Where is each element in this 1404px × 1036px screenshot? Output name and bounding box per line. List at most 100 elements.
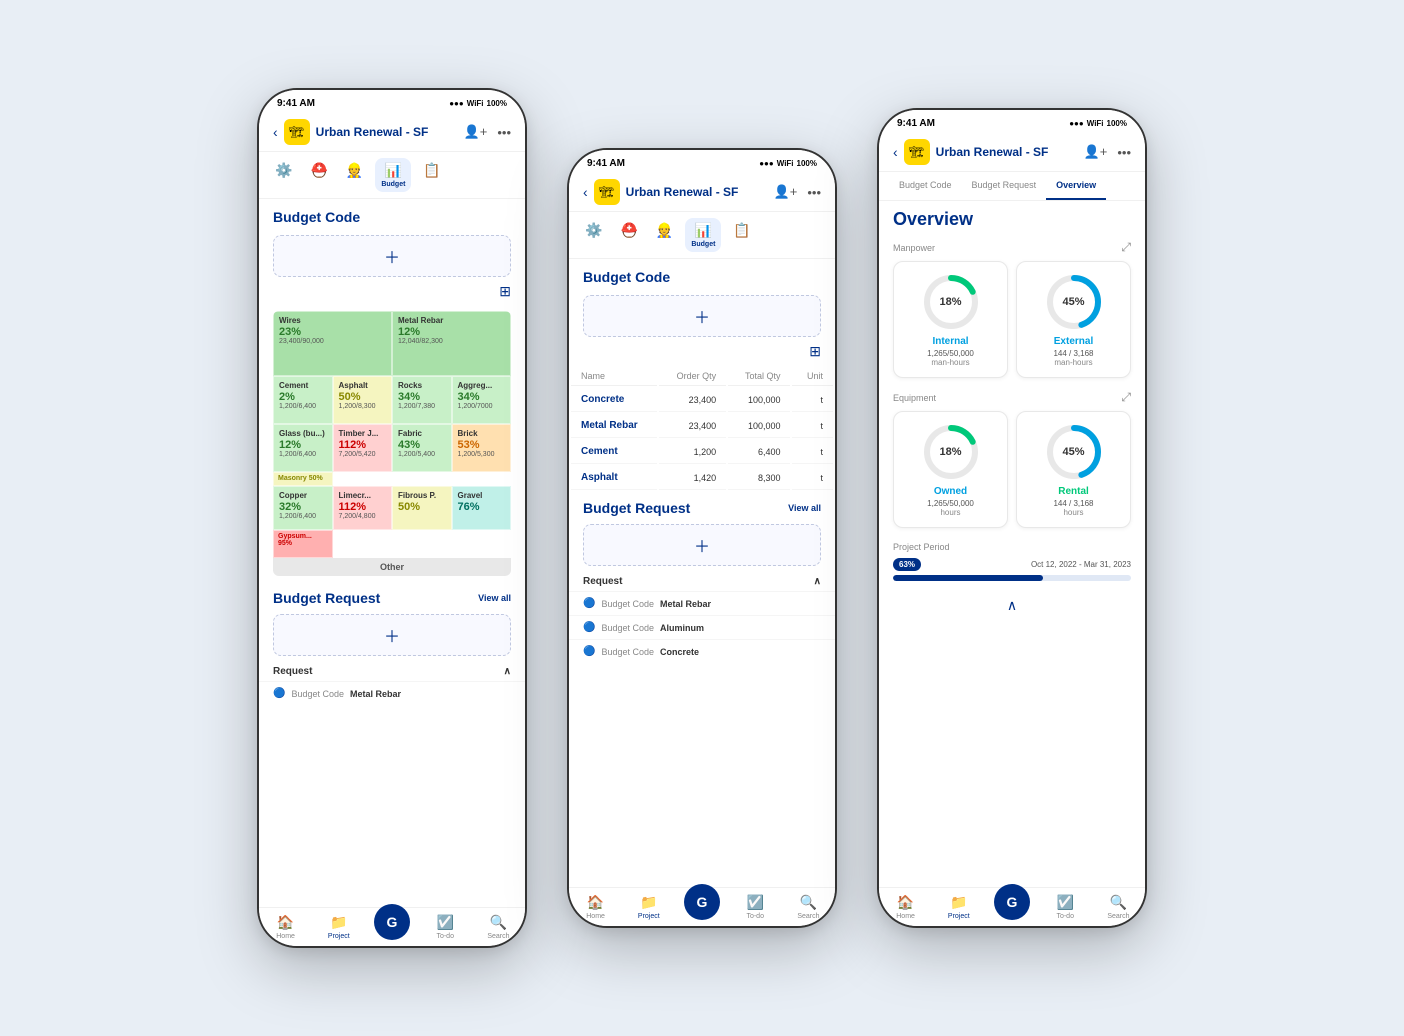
equipment-section: Equipment ⤢ 18% Owned	[879, 384, 1145, 534]
tab-overview-right[interactable]: Overview	[1046, 172, 1106, 200]
internal-unit: man-hours	[931, 358, 969, 367]
equipment-expand-icon[interactable]: ⤢	[1121, 390, 1131, 405]
more-icon-left[interactable]: •••	[497, 125, 511, 140]
bottom-nav-g-right[interactable]: G	[985, 894, 1038, 920]
treemap-cell-brick[interactable]: Brick 53% 1,200/5,300	[452, 424, 512, 472]
bottom-nav-project-left[interactable]: 📁 Project	[312, 914, 365, 940]
nav-tab-budget-center[interactable]: 📊 Budget	[685, 218, 721, 252]
bottom-nav-search-left[interactable]: 🔍 Search	[472, 914, 525, 940]
manpower-external-card: 45% External 144 / 3,168 man-hours	[1016, 261, 1131, 378]
budget-request-section-left: Budget Request View all	[259, 582, 525, 608]
bottom-nav-project-center[interactable]: 📁 Project	[622, 894, 675, 920]
treemap-cell-metalrebar[interactable]: Metal Rebar 12% 12,040/82,300	[392, 311, 511, 376]
nav-tab-docs-center[interactable]: 📋	[727, 218, 756, 252]
treemap-cell-limecr[interactable]: Limecr... 112% 7,200/4,800	[333, 486, 393, 530]
overview-title-right: Overview	[879, 201, 1145, 234]
request-item-left-1[interactable]: 🔵 Budget Code Metal Rebar	[259, 681, 525, 705]
treemap-cell-glass[interactable]: Glass (bu...) 12% 1,200/6,400	[273, 424, 333, 472]
time-left: 9:41 AM	[277, 98, 315, 109]
app-logo-center: 🏗	[594, 179, 620, 205]
nav-tab-docs-left[interactable]: 📋	[417, 158, 446, 192]
table-row-asphalt[interactable]: Asphalt 1,420 8,300 t	[571, 466, 833, 490]
treemap-cell-cement[interactable]: Cement 2% 1,200/6,400	[273, 376, 333, 424]
th-orderqty: Order Qty	[659, 367, 726, 386]
request-item-center-1[interactable]: 🔵 Budget Code Metal Rebar	[569, 591, 835, 615]
bottom-nav-todo-center[interactable]: ☑️ To-do	[729, 894, 782, 920]
bottom-nav-todo-left[interactable]: ☑️ To-do	[419, 914, 472, 940]
collapse-btn[interactable]: ∧	[879, 589, 1145, 622]
back-button-left[interactable]: ‹	[273, 124, 278, 140]
request-item-center-3[interactable]: 🔵 Budget Code Concrete	[569, 639, 835, 663]
add-budget-code-left[interactable]: ＋	[273, 235, 511, 277]
treemap-cell-rocks[interactable]: Rocks 34% 1,200/7,380	[392, 376, 452, 424]
internal-value: 1,265/50,000	[927, 349, 974, 358]
treemap-cell-copper[interactable]: Copper 32% 1,200/6,400	[273, 486, 333, 530]
view-all-center[interactable]: View all	[788, 503, 821, 513]
bottom-nav-search-center[interactable]: 🔍 Search	[782, 894, 835, 920]
rental-donut: 45%	[1044, 422, 1104, 482]
manpower-cards: 18% Internal 1,265/50,000 man-hours	[893, 261, 1131, 378]
rental-pct: 45%	[1062, 446, 1084, 458]
time-right: 9:41 AM	[897, 118, 935, 129]
bottom-nav-g-left[interactable]: G	[365, 914, 418, 940]
tab-budget-code-right[interactable]: Budget Code	[889, 172, 962, 200]
time-center: 9:41 AM	[587, 158, 625, 169]
manpower-label: Manpower	[893, 243, 935, 253]
back-button-right[interactable]: ‹	[893, 144, 898, 160]
treemap-cell-wires[interactable]: Wires 23% 23,400/90,000	[273, 311, 392, 376]
nav-tab-settings-center[interactable]: ⚙️	[579, 218, 608, 252]
bottom-nav-home-center[interactable]: 🏠 Home	[569, 894, 622, 920]
treemap-cell-fabric[interactable]: Fabric 43% 1,200/5,400	[392, 424, 452, 472]
treemap-cell-fibrous[interactable]: Fibrous P. 50%	[392, 486, 452, 530]
request-item-center-2[interactable]: 🔵 Budget Code Aluminum	[569, 615, 835, 639]
nav-tab-workers-center[interactable]: 👷	[650, 218, 679, 252]
request-header-left: Request ∧	[259, 662, 525, 681]
table-row-cement[interactable]: Cement 1,200 6,400 t	[571, 440, 833, 464]
add-user-icon-left[interactable]: 👤+	[464, 124, 488, 140]
bottom-nav-g-center[interactable]: G	[675, 894, 728, 920]
nav-tab-settings-left[interactable]: ⚙️	[269, 158, 298, 192]
treemap-cell-gravel[interactable]: Gravel 76%	[452, 486, 512, 530]
th-name: Name	[571, 367, 657, 386]
nav-tabs-center: ⚙️ ⛑️ 👷 📊 Budget 📋	[569, 212, 835, 259]
request-header-center: Request ∧	[569, 572, 835, 591]
bottom-nav-home-right[interactable]: 🏠 Home	[879, 894, 932, 920]
bottom-nav-home-left[interactable]: 🏠 Home	[259, 914, 312, 940]
table-row-concrete[interactable]: Concrete 23,400 100,000 t	[571, 388, 833, 412]
manpower-internal-card: 18% Internal 1,265/50,000 man-hours	[893, 261, 1008, 378]
add-request-left[interactable]: ＋	[273, 614, 511, 656]
tab-budget-request-right[interactable]: Budget Request	[962, 172, 1047, 200]
bottom-nav-left: 🏠 Home 📁 Project G ☑️ To-do 🔍 Search	[259, 907, 525, 946]
add-user-icon-right[interactable]: 👤+	[1084, 144, 1108, 160]
treemap-cell-masonry[interactable]: Masonry 50%	[273, 472, 333, 486]
external-unit: man-hours	[1054, 358, 1092, 367]
table-row-metalrebar[interactable]: Metal Rebar 23,400 100,000 t	[571, 414, 833, 438]
bottom-nav-todo-right[interactable]: ☑️ To-do	[1039, 894, 1092, 920]
bottom-nav-search-right[interactable]: 🔍 Search	[1092, 894, 1145, 920]
more-icon-center[interactable]: •••	[807, 185, 821, 200]
view-all-left[interactable]: View all	[478, 593, 511, 603]
bottom-nav-project-right[interactable]: 📁 Project	[932, 894, 985, 920]
budget-code-title-left: Budget Code	[259, 199, 525, 229]
list-view-icon-left[interactable]: ⊞	[499, 283, 511, 299]
treemap-cell-timber[interactable]: Timber J... 112% 7,200/5,420	[333, 424, 393, 472]
add-budget-code-center[interactable]: ＋	[583, 295, 821, 337]
treemap-cell-gypsum[interactable]: Gypsum... 95%	[273, 530, 333, 558]
nav-tab-safety-left[interactable]: ⛑️	[304, 158, 333, 192]
owned-type: Owned	[934, 486, 967, 497]
add-request-center[interactable]: ＋	[583, 524, 821, 566]
nav-tab-budget-left[interactable]: 📊 Budget	[375, 158, 411, 192]
grid-view-icon-center[interactable]: ⊞	[809, 343, 821, 359]
add-user-icon-center[interactable]: 👤+	[774, 184, 798, 200]
th-totalqty: Total Qty	[728, 367, 790, 386]
nav-tab-workers-left[interactable]: 👷	[340, 158, 369, 192]
nav-tab-safety-center[interactable]: ⛑️	[614, 218, 643, 252]
progress-fill	[893, 575, 1043, 581]
budget-table-center: Name Order Qty Total Qty Unit Concrete 2…	[569, 365, 835, 492]
back-button-center[interactable]: ‹	[583, 184, 588, 200]
more-icon-right[interactable]: •••	[1117, 145, 1131, 160]
treemap-cell-aggreg[interactable]: Aggreg... 34% 1,200/7000	[452, 376, 512, 424]
manpower-section: Manpower ⤢ 18%	[879, 234, 1145, 384]
treemap-cell-asphalt[interactable]: Asphalt 50% 1,200/8,300	[333, 376, 393, 424]
manpower-expand-icon[interactable]: ⤢	[1121, 240, 1131, 255]
